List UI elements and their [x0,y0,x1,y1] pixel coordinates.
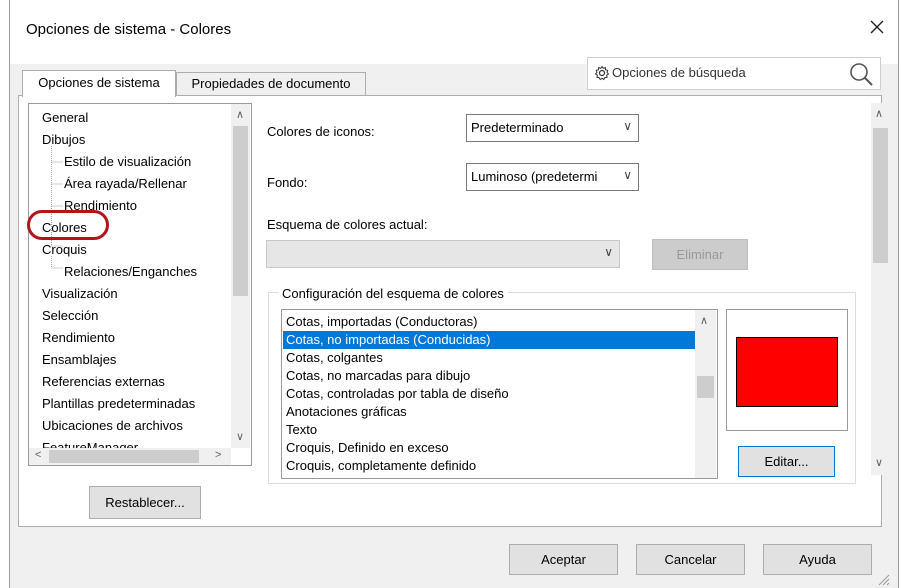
tab-document-properties[interactable]: Propiedades de documento [176,72,366,95]
list-item[interactable]: Cotas, controladas por tabla de diseño [286,385,509,403]
reset-button[interactable]: Restablecer... [89,486,201,519]
tree-item-assemblies[interactable]: Ensamblajes [42,352,116,367]
tree-item-general[interactable]: General [42,110,88,125]
chevron-down-icon: ∨ [604,245,613,259]
tree-vertical-scrollbar[interactable]: ∧ ∨ [231,104,250,448]
colors-highlight-annotation [27,210,109,240]
scroll-right-icon[interactable]: > [215,449,221,461]
list-item[interactable]: Cotas, colgantes [286,349,383,367]
background-value: Luminoso (predetermi [471,169,598,184]
close-button[interactable] [866,16,888,38]
chevron-down-icon: ∨ [623,168,632,182]
tree-item-performance[interactable]: Rendimiento [42,330,115,345]
tree-item-relations-snaps[interactable]: Relaciones/Enganches [64,264,197,279]
color-scheme-label: Esquema de colores actual: [267,217,428,232]
tree-item-external-references[interactable]: Referencias externas [42,374,165,389]
icon-colors-value: Predeterminado [471,120,564,135]
edit-color-button[interactable]: Editar... [738,446,835,477]
icon-colors-dropdown[interactable]: Predeterminado ∨ [466,114,639,142]
list-item[interactable]: Texto [286,421,317,439]
gear-icon [594,65,610,81]
tree-horizontal-scrollbar[interactable]: < > [29,448,231,465]
list-item[interactable]: Cotas, no marcadas para dibujo [286,367,470,385]
scroll-up-icon[interactable]: ∧ [875,107,883,120]
list-item[interactable]: Cotas, importadas (Conductoras) [286,313,477,331]
background-dropdown[interactable]: Luminoso (predetermi ∨ [466,163,639,191]
list-item[interactable]: Anotaciones gráficas [286,403,407,421]
background-label: Fondo: [267,175,308,190]
tree-connector-lines-sketch [51,256,63,269]
scroll-up-icon[interactable]: ∧ [700,314,708,327]
settings-vertical-scrollbar[interactable]: ∧ ∨ [871,103,890,475]
color-scheme-dropdown[interactable]: ∨ [266,240,620,268]
list-vertical-scrollbar[interactable]: ∧ [695,310,716,478]
list-scroll-thumb[interactable] [697,376,714,398]
search-icon[interactable] [848,61,874,87]
search-options-label: Opciones de búsqueda [612,65,746,80]
list-item-selected[interactable]: Cotas, no importadas (Conducidas) [283,331,695,349]
tree-item-selection[interactable]: Selección [42,308,98,323]
tree-scroll-thumb[interactable] [233,126,248,296]
tree-item-sketch[interactable]: Croquis [42,242,87,257]
scroll-down-icon[interactable]: ∨ [875,456,883,469]
tree-item-display-style[interactable]: Estilo de visualización [64,154,191,169]
color-swatch [736,337,838,407]
tree-item-hatch-fill[interactable]: Área rayada/Rellenar [64,176,187,191]
search-options-box[interactable]: Opciones de búsqueda [587,57,881,90]
scroll-down-icon[interactable]: ∨ [236,430,244,443]
options-tree: General Dibujos Estilo de visualización … [28,103,252,466]
tree-hscroll-thumb[interactable] [49,450,199,463]
tree-item-display[interactable]: Visualización [42,286,118,301]
tree-item-drawings[interactable]: Dibujos [42,132,85,147]
scroll-left-icon[interactable]: < [35,449,41,461]
help-button[interactable]: Ayuda [763,544,872,575]
tree-item-default-templates[interactable]: Plantillas predeterminadas [42,396,195,411]
resize-grip-icon[interactable] [876,572,890,586]
color-items-list: Cotas, importadas (Conductoras) Cotas, n… [281,309,718,479]
list-item[interactable]: Croquis, Definido en exceso [286,439,449,457]
settings-scroll-thumb[interactable] [873,128,888,263]
scroll-up-icon[interactable]: ∧ [236,108,244,121]
tree-item-file-locations[interactable]: Ubicaciones de archivos [42,418,183,433]
color-preview [726,309,848,431]
scheme-config-title: Configuración del esquema de colores [278,286,508,301]
title-bar: Opciones de sistema - Colores [10,0,898,64]
tab-system-options[interactable]: Opciones de sistema [22,70,176,97]
ok-button[interactable]: Aceptar [509,544,618,575]
window-title: Opciones de sistema - Colores [26,21,232,38]
chevron-down-icon: ∨ [623,119,632,133]
icon-colors-label: Colores de iconos: [267,124,375,139]
cancel-button[interactable]: Cancelar [636,544,745,575]
list-item[interactable]: Croquis, completamente definido [286,457,476,475]
delete-scheme-button[interactable]: Eliminar [652,239,748,270]
close-icon [870,20,884,34]
